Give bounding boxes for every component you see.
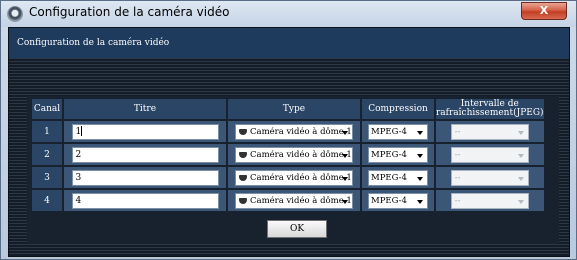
canal-number: 2 (32, 144, 62, 165)
titre-cell: 3 (64, 167, 226, 188)
canal-number: 3 (32, 167, 62, 188)
compression-dropdown[interactable]: MPEG-4 (368, 192, 428, 209)
type-cell: Caméra vidéo à dôme 1 (228, 144, 360, 165)
table-row: 2 2 Caméra vidéo à dôme 1 MPEG-4 -- (32, 144, 544, 165)
intervalle-value: -- (454, 149, 461, 160)
chevron-down-icon (342, 153, 348, 158)
type-value: Caméra vidéo à dôme 1 (250, 149, 352, 160)
compression-cell: MPEG-4 (362, 190, 434, 211)
chevron-down-icon (517, 130, 524, 135)
table-row: 1 1 Caméra vidéo à dôme 1 MPEG-4 -- (32, 121, 544, 142)
header-compression: Compression (362, 99, 434, 119)
intervalle-cell: -- (436, 121, 544, 142)
type-dropdown[interactable]: Caméra vidéo à dôme 1 (235, 146, 353, 163)
dome-camera-icon (239, 151, 247, 158)
dome-camera-icon (239, 128, 247, 135)
intervalle-cell: -- (436, 167, 544, 188)
intervalle-dropdown: -- (450, 169, 529, 186)
chevron-down-icon (517, 176, 524, 181)
header-canal: Canal (32, 99, 62, 119)
chevron-down-icon (417, 176, 423, 181)
compression-dropdown[interactable]: MPEG-4 (368, 169, 428, 186)
type-value: Caméra vidéo à dôme 1 (250, 126, 352, 137)
compression-cell: MPEG-4 (362, 167, 434, 188)
intervalle-dropdown: -- (450, 192, 529, 209)
type-dropdown[interactable]: Caméra vidéo à dôme 1 (235, 169, 353, 186)
type-cell: Caméra vidéo à dôme 1 (228, 121, 360, 142)
camera-app-icon (7, 6, 23, 22)
canal-number: 4 (32, 190, 62, 211)
type-value: Caméra vidéo à dôme 1 (250, 195, 352, 206)
intervalle-dropdown: -- (450, 146, 529, 163)
compression-value: MPEG-4 (371, 149, 407, 160)
type-cell: Caméra vidéo à dôme 1 (228, 190, 360, 211)
compression-dropdown[interactable]: MPEG-4 (368, 146, 428, 163)
titre-input[interactable]: 3 (71, 169, 219, 186)
dome-camera-icon (239, 174, 247, 181)
chevron-down-icon (417, 130, 423, 135)
compression-cell: MPEG-4 (362, 121, 434, 142)
table-row: 4 4 Caméra vidéo à dôme 1 MPEG-4 -- (32, 190, 544, 211)
chevron-down-icon (517, 199, 524, 204)
intervalle-value: -- (454, 172, 461, 183)
titre-input[interactable]: 2 (71, 146, 219, 163)
compression-dropdown[interactable]: MPEG-4 (368, 123, 428, 140)
app-window: Configuration de la caméra vidéo X Confi… (0, 0, 577, 260)
page-header: Configuration de la caméra vidéo (9, 28, 569, 58)
window-title: Configuration de la caméra vidéo (29, 5, 230, 19)
type-value: Caméra vidéo à dôme 1 (250, 172, 352, 183)
compression-value: MPEG-4 (371, 126, 407, 137)
titre-input[interactable]: 4 (71, 192, 219, 209)
chevron-down-icon (417, 153, 423, 158)
compression-value: MPEG-4 (371, 195, 407, 206)
ok-button[interactable]: OK (267, 220, 327, 238)
intervalle-cell: -- (436, 144, 544, 165)
titre-cell: 4 (64, 190, 226, 211)
titre-input[interactable]: 1 (71, 123, 219, 140)
type-cell: Caméra vidéo à dôme 1 (228, 167, 360, 188)
text-cursor (81, 126, 83, 136)
intervalle-value: -- (454, 126, 461, 137)
client-area: Configuration de la caméra vidéo Canal T… (8, 27, 570, 257)
intervalle-cell: -- (436, 190, 544, 211)
chevron-down-icon (342, 130, 348, 135)
camera-config-table: Canal Titre Type Compression Intervalle … (30, 97, 546, 213)
chevron-down-icon (342, 176, 348, 181)
header-intervalle: Intervalle de rafraîchissement(JPEG) (436, 99, 544, 119)
intervalle-dropdown: -- (450, 123, 529, 140)
header-type: Type (228, 99, 360, 119)
table-header-row: Canal Titre Type Compression Intervalle … (32, 99, 544, 119)
intervalle-value: -- (454, 195, 461, 206)
chevron-down-icon (517, 153, 524, 158)
page-title: Configuration de la caméra vidéo (17, 38, 170, 48)
compression-cell: MPEG-4 (362, 144, 434, 165)
compression-value: MPEG-4 (371, 172, 407, 183)
canal-number: 1 (32, 121, 62, 142)
close-button[interactable]: X (521, 2, 567, 20)
chevron-down-icon (342, 199, 348, 204)
type-dropdown[interactable]: Caméra vidéo à dôme 1 (235, 123, 353, 140)
titre-cell: 1 (64, 121, 226, 142)
camera-config-panel: Canal Titre Type Compression Intervalle … (27, 96, 559, 244)
header-titre: Titre (64, 99, 226, 119)
table-row: 3 3 Caméra vidéo à dôme 1 MPEG-4 -- (32, 167, 544, 188)
dome-camera-icon (239, 197, 247, 204)
chevron-down-icon (417, 199, 423, 204)
window-titlebar[interactable]: Configuration de la caméra vidéo X (1, 1, 576, 27)
titre-cell: 2 (64, 144, 226, 165)
type-dropdown[interactable]: Caméra vidéo à dôme 1 (235, 192, 353, 209)
